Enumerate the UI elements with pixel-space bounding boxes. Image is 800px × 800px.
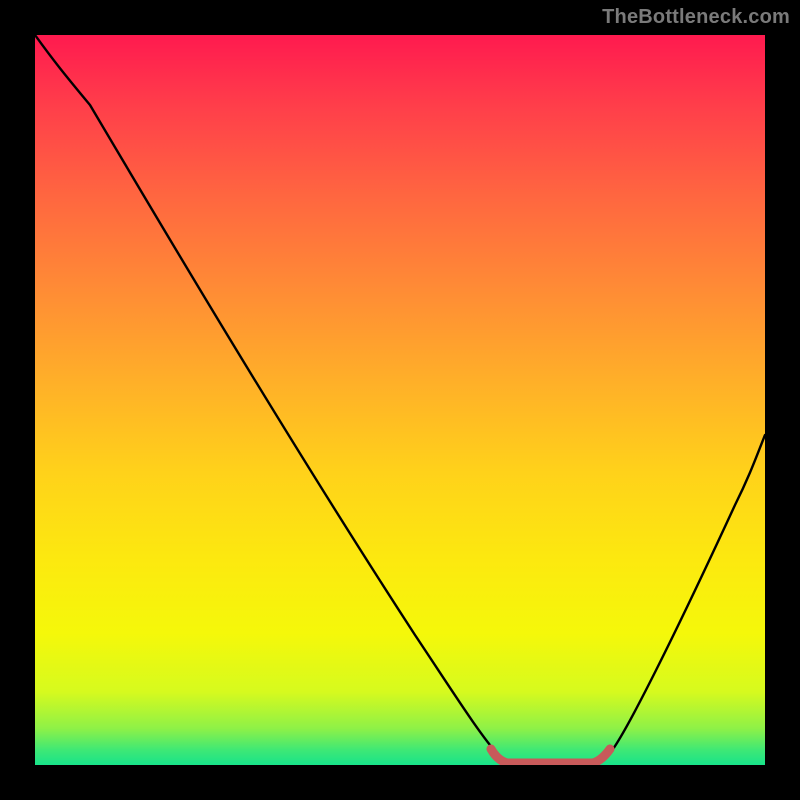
plot-area [35,35,765,765]
valley-marker-path [491,749,610,763]
bottleneck-curve-path [35,35,765,765]
curve-layer [35,35,765,765]
watermark-text: TheBottleneck.com [602,6,790,29]
chart-stage: TheBottleneck.com [0,0,800,800]
